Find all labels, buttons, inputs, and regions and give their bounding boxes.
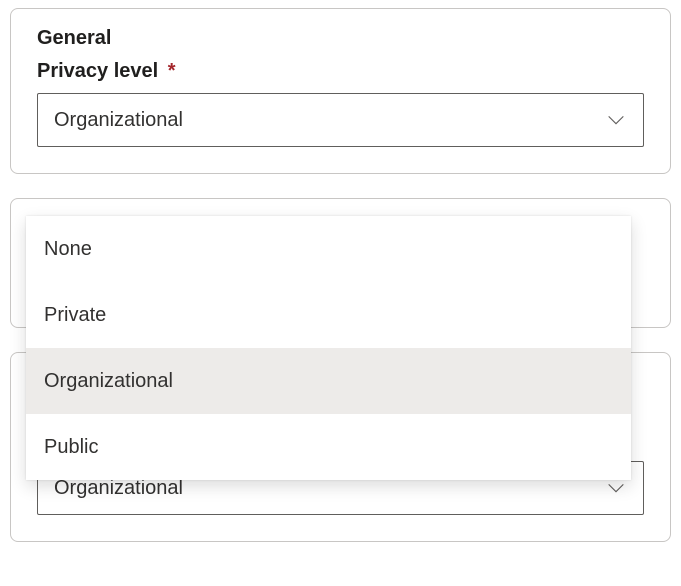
dropdown-option[interactable]: None — [26, 216, 631, 282]
chevron-down-icon — [605, 477, 627, 499]
field-label-text: Privacy level — [37, 60, 158, 82]
required-indicator: * — [168, 60, 176, 82]
card-title: General — [37, 27, 644, 50]
privacy-level-selected-value: Organizational — [54, 109, 183, 132]
chevron-down-icon — [605, 109, 627, 131]
privacy-level-dropdown-options: NonePrivateOrganizationalPublic — [26, 216, 631, 480]
dropdown-option[interactable]: Private — [26, 282, 631, 348]
general-card: General Privacy level * Organizational — [10, 8, 671, 174]
privacy-level-select[interactable]: Organizational — [37, 93, 644, 147]
privacy-level-label: Privacy level * — [37, 60, 644, 83]
dropdown-option[interactable]: Public — [26, 414, 631, 480]
dropdown-option[interactable]: Organizational — [26, 348, 631, 414]
card-2-area: Organizational NonePrivateOrganizational… — [10, 198, 671, 542]
